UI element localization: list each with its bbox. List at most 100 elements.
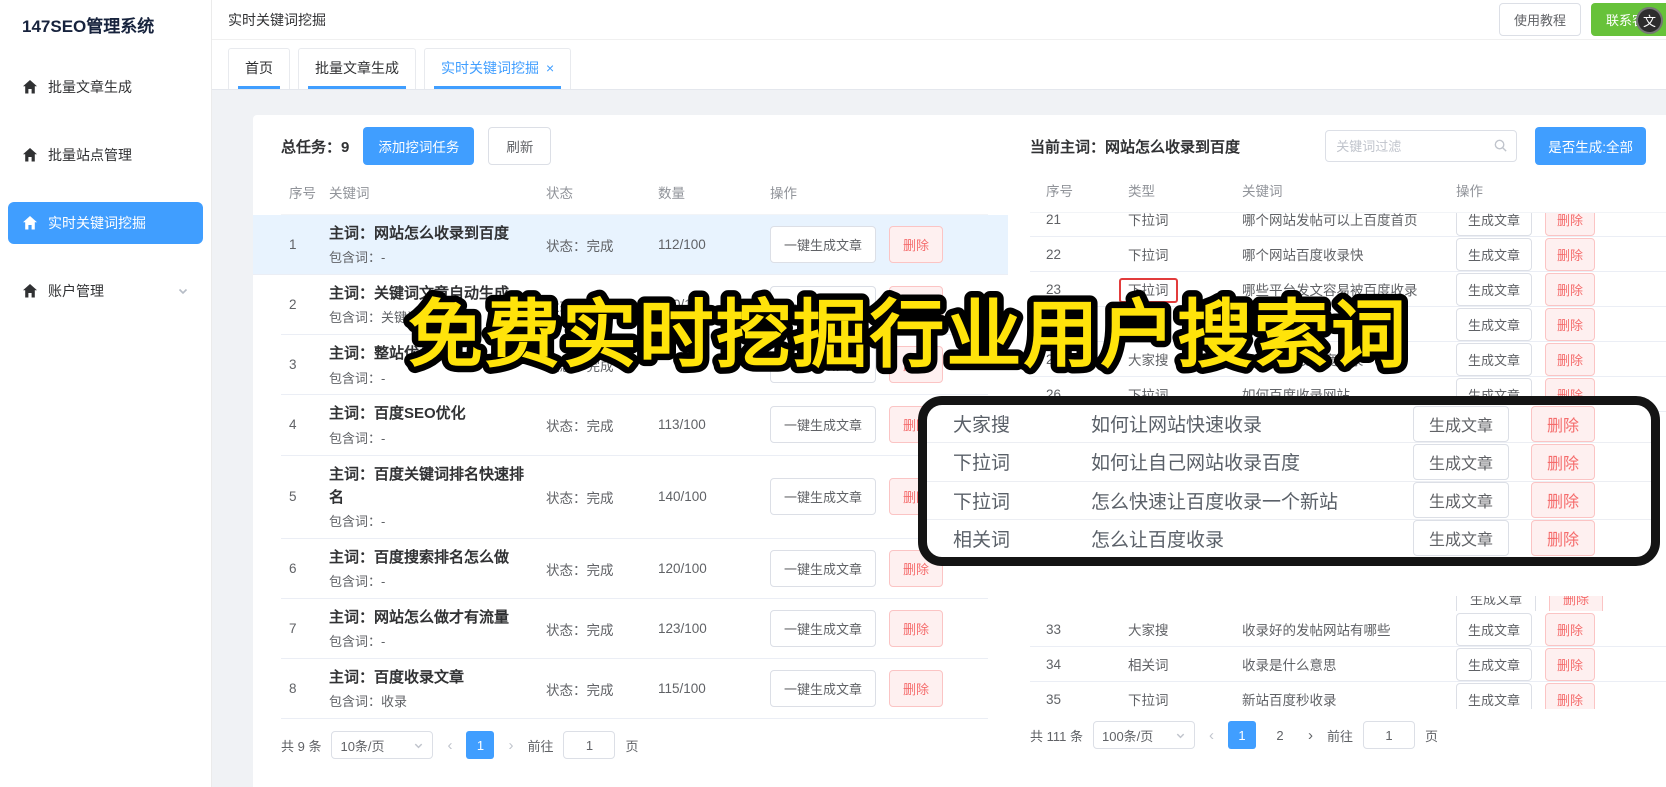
sidebar-item-realtime-keyword[interactable]: 实时关键词挖掘 [8,202,203,244]
generate-article-button[interactable]: 一键生成文章 [770,226,877,264]
page-number-1[interactable]: 1 [466,731,495,760]
tasks-pagination: 共 9 条 10条/页 ‹ 1 › 前往 页 [281,731,988,760]
total-count: 共 111 条 [1030,728,1083,744]
delete-button[interactable]: 删除 [1545,237,1596,271]
delete-button[interactable]: 删除 [889,346,944,384]
home-icon [22,79,38,95]
page-size-select[interactable]: 100条/页 [1092,721,1195,749]
keyword-filter-input[interactable] [1325,130,1518,162]
magnifier-row: 下拉词 如何让自己网站收录百度 生成文章 删除 [927,443,1651,482]
page-number-1[interactable]: 1 [1227,721,1256,749]
magnifier-row: 大家搜 如何让网站快速收录 生成文章 删除 [927,405,1651,444]
table-row[interactable]: 5 主词：百度关键词排名快速排名 包含词：- 状态：完成 140/100 一键生成… [281,456,988,539]
generate-article-button[interactable]: 一键生成文章 [770,478,877,516]
tab-home[interactable]: 首页 [228,48,290,89]
table-row[interactable]: 33 大家搜 收录好的发帖网站有哪些 生成文章 删除 [1030,612,1666,647]
table-row[interactable]: 22 下拉词 哪个网站百度收录快 生成文章 删除 [1030,237,1666,272]
generate-article-button[interactable]: 一键生成文章 [770,286,877,324]
close-icon[interactable]: × [546,60,554,76]
goto-label: 前往 [527,738,554,754]
delete-button[interactable]: 删除 [1545,647,1596,681]
table-row[interactable]: 3 主词：整站优化 包含词：- 状态：完成 一键生成文章 删除 [281,335,988,396]
refresh-button[interactable]: 刷新 [488,127,552,165]
generate-article-button[interactable]: 生成文章 [1456,213,1533,236]
generate-article-button[interactable]: 生成文章 [1413,482,1510,519]
delete-button[interactable]: 删除 [1531,520,1596,557]
tab-realtime-keyword[interactable]: 实时关键词挖掘 × [424,48,572,89]
search-icon [1493,138,1508,153]
delete-button[interactable]: 删除 [1531,482,1596,519]
magnifier-row: 下拉词 怎么快速让百度收录一个新站 生成文章 删除 [927,482,1651,520]
delete-button[interactable]: 删除 [1545,342,1596,376]
delete-button[interactable]: 删除 [1549,596,1604,611]
table-row[interactable]: 21 下拉词 哪个网站发帖可以上百度首页 生成文章 删除 [1030,213,1666,237]
generate-article-button[interactable]: 一键生成文章 [770,610,877,648]
home-icon [22,215,38,231]
add-task-button[interactable]: 添加挖词任务 [363,127,475,165]
delete-button[interactable]: 删除 [1545,307,1596,341]
red-highlight-box: 下拉词 [1119,278,1178,303]
generate-article-button[interactable]: 生成文章 [1456,647,1533,681]
sidebar-item-account[interactable]: 账户管理 [8,270,203,312]
goto-page-input[interactable] [563,731,616,760]
table-row[interactable]: 6 主词：百度搜索排名怎么做 包含词：- 状态：完成 120/100 一键生成文章… [281,539,988,600]
page-size-select[interactable]: 10条/页 [331,731,434,760]
table-row[interactable]: 7 主词：网站怎么做才有流量 包含词：- 状态：完成 123/100 一键生成文章… [281,599,988,660]
table-row[interactable]: 8 主词：百度收录文章 包含词：收录 状态：完成 115/100 一键生成文章 删除 [281,659,988,720]
generate-article-button[interactable]: 一键生成文章 [770,550,877,588]
next-page-button[interactable]: › [504,737,517,754]
generate-article-button[interactable]: 一键生成文章 [770,406,877,444]
tab-batch-article[interactable]: 批量文章生成 [298,48,416,89]
sidebar-item-batch-article[interactable]: 批量文章生成 [8,66,203,108]
table-row[interactable]: 2 主词：关键词文章自动生成 包含词：关键词生成 状态：完成 100/100 一键… [281,275,988,336]
delete-button[interactable]: 删除 [1545,612,1596,646]
generate-article-button[interactable]: 生成文章 [1413,443,1510,480]
generate-article-button[interactable]: 一键生成文章 [770,670,877,708]
translate-icon[interactable]: 文 [1636,7,1663,34]
generate-article-button[interactable]: 生成文章 [1413,405,1510,442]
generate-article-button[interactable]: 生成文章 [1456,682,1533,709]
prev-page-button[interactable]: ‹ [443,737,456,754]
next-page-button[interactable]: › [1304,727,1317,744]
generate-article-button[interactable]: 一键生成文章 [770,346,877,384]
generate-all-button[interactable]: 是否生成:全部 [1535,127,1646,165]
page-unit-label: 页 [625,738,639,754]
delete-button[interactable]: 删除 [889,670,944,708]
generate-article-button[interactable]: 生成文章 [1456,272,1533,306]
delete-button[interactable]: 删除 [1545,213,1596,236]
generate-article-button[interactable]: 生成文章 [1456,612,1533,646]
sidebar: 147SEO管理系统 批量文章生成 批量站点管理 实时关键词挖掘 账户管理 [0,0,212,787]
delete-button[interactable]: 删除 [1531,443,1596,480]
generate-article-button[interactable]: 生成文章 [1456,596,1537,611]
delete-button[interactable]: 删除 [889,286,944,324]
table-row[interactable]: 4 主词：百度SEO优化 包含词：- 状态：完成 113/100 一键生成文章 删除 [281,395,988,456]
app-logo: 147SEO管理系统 [22,17,155,36]
delete-button[interactable]: 删除 [1545,682,1596,709]
sidebar-item-batch-site[interactable]: 批量站点管理 [8,134,203,176]
status-text: 状态：完成 [546,490,614,506]
goto-page-input[interactable] [1363,721,1415,749]
table-row[interactable]: 23 下拉词 哪些平台发文容易被百度收录 生成文章 删除 [1030,272,1666,307]
delete-button[interactable]: 删除 [1531,405,1596,442]
topbar: 实时关键词挖掘 使用教程 联系客服 文 [212,0,1666,40]
keywords-header: 当前主词：网站怎么收录到百度 是否生成:全部 [1030,127,1666,165]
sidebar-menu: 批量文章生成 批量站点管理 实时关键词挖掘 账户管理 [0,52,211,312]
generate-article-button[interactable]: 生成文章 [1413,520,1510,557]
prev-page-button[interactable]: ‹ [1205,727,1218,744]
status-text: 状态：完成 [546,562,614,578]
generate-article-button[interactable]: 生成文章 [1456,237,1533,271]
table-row[interactable]: 25 大家搜 网站怎么被百度收录 生成文章 删除 [1030,342,1666,377]
generate-article-button[interactable]: 生成文章 [1456,342,1533,376]
table-row[interactable]: 35 下拉词 新站百度秒收录 生成文章 删除 [1030,682,1666,709]
generate-article-button[interactable]: 生成文章 [1456,307,1533,341]
table-row[interactable]: 34 相关词 收录是什么意思 生成文章 删除 [1030,647,1666,682]
delete-button[interactable]: 删除 [1545,272,1596,306]
delete-button[interactable]: 删除 [889,226,944,264]
magnifier-callout: 大家搜 如何让网站快速收录 生成文章 删除 下拉词 如何让自己网站收录百度 生成文… [918,396,1660,566]
page-title: 实时关键词挖掘 [228,11,326,28]
page-number-2[interactable]: 2 [1266,721,1294,749]
help-button[interactable]: 使用教程 [1498,3,1581,36]
table-row[interactable]: 24 下拉词 如何让百度收录自己的网站 生成文章 删除 [1030,307,1666,342]
delete-button[interactable]: 删除 [889,610,944,648]
table-row[interactable]: 1 主词：网站怎么收录到百度 包含词：- 状态：完成 112/100 一键生成文章… [253,215,1008,276]
